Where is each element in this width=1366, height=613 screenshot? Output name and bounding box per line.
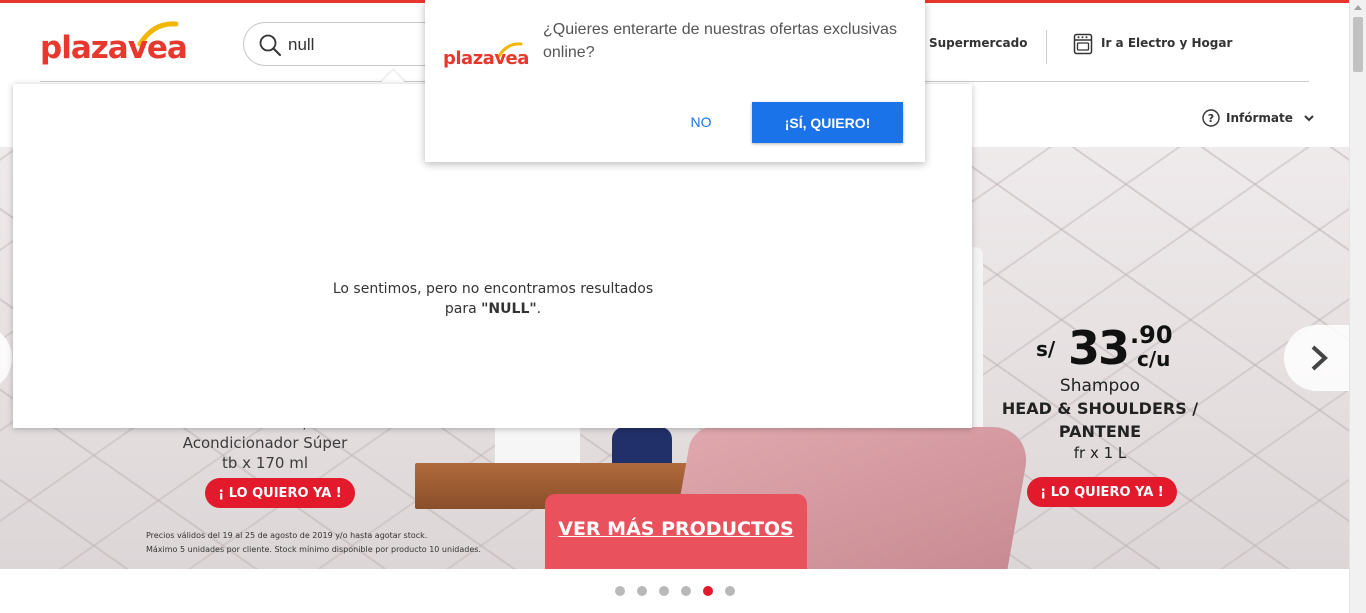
- price-currency: s/: [1036, 337, 1056, 361]
- informate-label: Infórmate: [1226, 111, 1293, 125]
- popup-yes-button[interactable]: ¡SÍ, QUIERO!: [752, 102, 903, 143]
- notification-popup: plazavea ¿Quieres enterarte de nuestras …: [425, 0, 925, 162]
- search-query: "NULL": [481, 301, 537, 317]
- product-image: [612, 427, 672, 467]
- no-results-line-2: para "NULL".: [13, 299, 973, 319]
- chevron-right-icon: [1311, 345, 1328, 371]
- carousel-dot[interactable]: [615, 586, 625, 596]
- price-cents: .90: [1130, 321, 1173, 349]
- no-results-line-1: Lo sentimos, pero no encontramos resulta…: [332, 281, 654, 297]
- search-box[interactable]: [243, 22, 443, 66]
- scroll-thumb[interactable]: [1353, 17, 1363, 72]
- search-input[interactable]: [288, 34, 428, 56]
- carousel-dot[interactable]: [659, 586, 669, 596]
- fineprint-line-2: Máximo 5 unidades por cliente. Stock mín…: [146, 545, 481, 554]
- right-product-text: Shampoo HEAD & SHOULDERS / PANTENE fr x …: [995, 376, 1205, 464]
- product-brand-2: PANTENE: [1058, 422, 1142, 441]
- svg-text:?: ?: [1208, 112, 1214, 125]
- price-unit: c/u: [1137, 347, 1171, 371]
- price-integer: 33: [1068, 321, 1130, 375]
- price: s/ 33 .90 c/u: [1030, 321, 1210, 383]
- product-brand: HEAD & SHOULDERS /: [1001, 399, 1199, 418]
- fineprint-line-1: Precios válidos del 19 al 25 de agosto d…: [146, 531, 428, 540]
- site-logo[interactable]: plazavea: [40, 21, 188, 68]
- chevron-down-icon: [1304, 115, 1314, 122]
- no-results-para: para: [444, 301, 482, 317]
- informate-menu[interactable]: ? Infórmate: [1202, 108, 1315, 128]
- ver-mas-productos-button[interactable]: VER MÁS PRODUCTOS: [545, 494, 807, 569]
- no-results-message: Lo sentimos, pero no encontramos resulta…: [13, 279, 973, 319]
- popup-no-button[interactable]: NO: [677, 102, 725, 142]
- left-line-3: tb x 170 ml: [222, 454, 308, 472]
- supermercado-link[interactable]: Supermercado: [929, 36, 1027, 50]
- electro-hogar-link[interactable]: Ir a Electro y Hogar: [1101, 36, 1232, 50]
- page-scrollbar[interactable]: [1349, 0, 1366, 613]
- carousel-dot-active[interactable]: [703, 586, 713, 596]
- lo-quiero-ya-button-right[interactable]: ¡ LO QUIERO YA !: [1027, 477, 1177, 507]
- carousel-dot[interactable]: [637, 586, 647, 596]
- product-type: Shampoo: [1059, 376, 1141, 396]
- help-icon: ?: [1202, 109, 1220, 127]
- carousel-dot[interactable]: [681, 586, 691, 596]
- logo-text: plazavea: [40, 30, 188, 66]
- popup-message: ¿Quieres enterarte de nuestras ofertas e…: [543, 21, 897, 61]
- left-line-2: Acondicionador Súper: [182, 434, 348, 452]
- carousel-dot[interactable]: [725, 586, 735, 596]
- lo-quiero-ya-button-left[interactable]: ¡ LO QUIERO YA !: [205, 478, 355, 508]
- header-divider: [1046, 30, 1047, 64]
- scroll-up-icon[interactable]: [1354, 5, 1362, 10]
- product-size: fr x 1 L: [1073, 444, 1127, 462]
- carousel-dots: [615, 586, 735, 596]
- fineprint: Precios válidos del 19 al 25 de agosto d…: [146, 529, 536, 557]
- popup-logo-text: plazavea: [443, 48, 529, 69]
- oven-icon: [1073, 33, 1093, 55]
- no-results-suffix: .: [536, 301, 542, 317]
- search-icon[interactable]: [258, 33, 282, 57]
- popup-logo: plazavea: [443, 42, 529, 74]
